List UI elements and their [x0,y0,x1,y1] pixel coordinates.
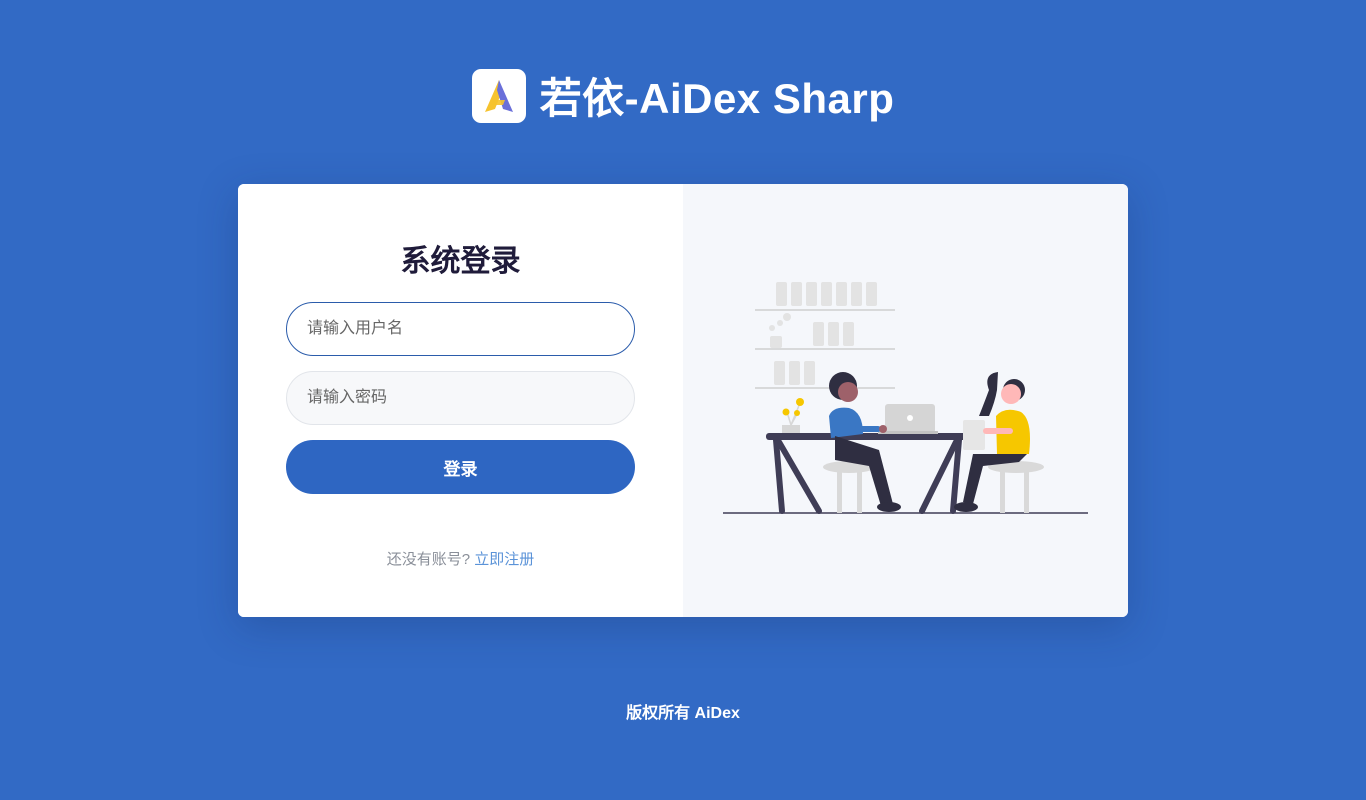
login-button[interactable]: 登录 [286,440,635,494]
login-title: 系统登录 [400,245,521,278]
login-card: 系统登录 登录 还没有账号? 立即注册 [238,184,1128,617]
coworking-illustration [723,282,1088,514]
aidex-logo-icon [471,68,526,123]
no-account-text: 还没有账号? [386,551,471,568]
password-input[interactable] [286,371,635,425]
copyright-footer: 版权所有 AiDex [626,705,740,722]
brand-header: 若依-AiDex Sharp [0,65,1366,126]
register-link[interactable]: 立即注册 [474,551,534,568]
app-title: 若依-AiDex Sharp [539,75,895,122]
username-input[interactable] [286,302,635,356]
register-prompt: 还没有账号? 立即注册 [238,548,683,569]
login-form: 系统登录 登录 还没有账号? 立即注册 [238,184,683,617]
illustration-pane [683,184,1128,617]
